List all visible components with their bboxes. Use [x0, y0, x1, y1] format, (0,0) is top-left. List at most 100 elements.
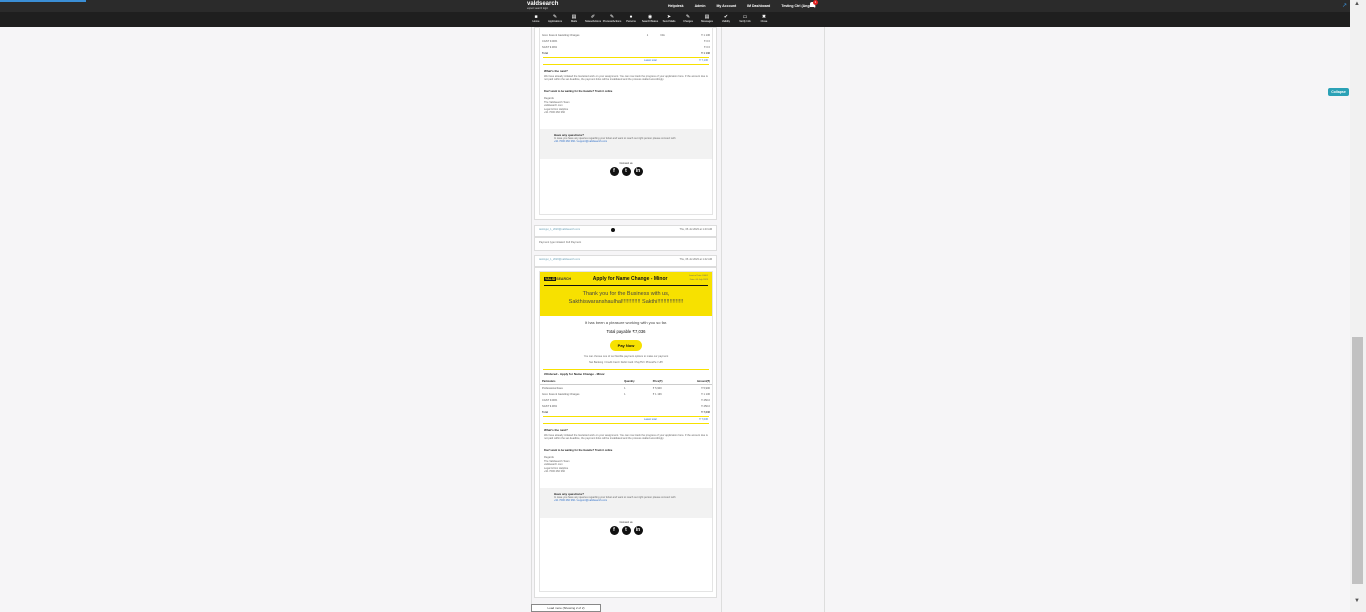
- twitter-icon[interactable]: t: [621, 526, 631, 535]
- email1-address: Regards The Validsearch Team validsearch…: [544, 97, 708, 115]
- table-cell: [645, 50, 659, 56]
- payment-note-card: Payment type initiated: Full Payment: [534, 237, 717, 251]
- page-scrollbar[interactable]: ▲ ▼: [1350, 0, 1366, 612]
- email2-divider-3: [543, 422, 709, 424]
- facebook-icon[interactable]: f: [609, 167, 619, 176]
- email1-divider-2: [543, 63, 709, 65]
- whats-next-title: What's the next?: [544, 68, 568, 73]
- toolbar-item-verify-info[interactable]: ▭ Verify Info: [736, 14, 754, 24]
- toolbar-item-charges[interactable]: ✎ Charges: [679, 14, 697, 24]
- notification-count-badge: 1: [813, 0, 818, 5]
- email2-charges-table: Particulars Quantity Price(₹) Amount(₹) …: [540, 378, 712, 415]
- top-navbar: valdsearch expert search logic Helpdesk …: [0, 0, 1366, 12]
- toolbar-item-send-mails[interactable]: ➤ Send Mails: [660, 14, 678, 24]
- social-links: f t in: [540, 526, 712, 535]
- loading-progress-bar: [0, 0, 86, 2]
- email-preview-1: Govt. Fees & Gazetting Charges 1 N/A ₹ 1 13…: [539, 27, 713, 215]
- email-header-banner: VALIDSEARCH Apply for Name Change - Mino…: [540, 272, 712, 316]
- top-nav-links: Helpdesk Admin My Account IM Dashboard T…: [668, 0, 816, 12]
- email2-divider: [543, 369, 709, 370]
- social-links: f t in: [540, 167, 712, 176]
- table-cell: [651, 409, 678, 415]
- table-row: Total ₹ 1 136: [540, 50, 712, 56]
- email2-balance-row: Latest total ₹ 7,036: [540, 418, 712, 422]
- action-toolbar: ■ Home ✎ Applications ▤ Mails ✐ Notes/Actions ✎ P…: [0, 12, 1366, 27]
- toolbar-item-label: Validity: [721, 20, 731, 23]
- thanks-line-1: Thank you for the Business with us,: [582, 291, 670, 297]
- toolbar-item-label: Notes/Actions: [584, 20, 601, 23]
- order-title: #Ordered - Apply for Name Change - Minor: [544, 372, 605, 376]
- table-cell: Total: [542, 410, 549, 414]
- table-cell: [622, 409, 651, 415]
- toolbar-item-process-actions[interactable]: ✎ Process/Actions: [602, 14, 622, 24]
- connect-label: Connect us: [619, 520, 633, 524]
- logo-tagline: expert search logic: [527, 7, 548, 10]
- questions-box: Have any questions? In case you have any…: [540, 128, 712, 159]
- toolbar-item-search-status[interactable]: ◉ Search/Status: [641, 14, 659, 24]
- toolbar-item-mails[interactable]: ▤ Mails: [565, 14, 583, 24]
- notification-bell-icon[interactable]: 1: [810, 0, 818, 9]
- facebook-icon[interactable]: f: [609, 526, 619, 535]
- toolbar-item-messages[interactable]: ▤ Messages: [698, 14, 716, 24]
- toolbar-item-label: Send Mails: [662, 20, 676, 23]
- scroll-down-icon[interactable]: ▼: [1354, 598, 1360, 604]
- nav-link-helpdesk[interactable]: Helpdesk: [668, 4, 684, 8]
- external-link-icon[interactable]: ↗: [1342, 2, 1347, 9]
- toolbar-item-label: Charges: [683, 20, 693, 23]
- toolbar-item-label: Process/Actions: [602, 20, 622, 23]
- toolbar-item-label: Messages: [701, 20, 713, 23]
- email1-charges-table: Govt. Fees & Gazetting Charges 1 N/A ₹ 1 13…: [540, 32, 712, 56]
- toolbar-item-label: Applications: [548, 20, 562, 23]
- nav-link-admin[interactable]: Admin: [695, 4, 706, 8]
- brand-right: SEARCH: [556, 276, 572, 281]
- toolbar-item-label: Search/Status: [641, 20, 659, 23]
- middle-column-border: [824, 27, 825, 612]
- twitter-icon[interactable]: t: [621, 167, 631, 176]
- scrollbar-thumb[interactable]: [1352, 337, 1363, 584]
- toolbar-item-persons[interactable]: ● Persons: [622, 14, 640, 24]
- load-more-button[interactable]: Load more (Showing 2 of 2): [531, 604, 601, 612]
- toolbar-item-label: Home: [532, 20, 540, 23]
- linkedin-icon[interactable]: in: [633, 167, 643, 176]
- invoice-date: Date: 06 July 2023: [689, 278, 708, 281]
- collapse-button[interactable]: Collapse: [1328, 88, 1349, 96]
- activity-header-2: testingui_1_2020@validsearch.com Thu, 06…: [534, 255, 717, 267]
- email2-divider-2: [543, 416, 709, 417]
- nav-link-im-dashboard[interactable]: IM Dashboard: [747, 4, 770, 8]
- brand-left: VALID: [544, 276, 557, 281]
- toolbar-item-close[interactable]: ✖ Close: [755, 14, 773, 24]
- feed-right-border: [721, 27, 722, 612]
- linkedin-icon[interactable]: in: [633, 526, 643, 535]
- table-cell: Total: [542, 51, 549, 55]
- activity-timestamp: Thu, 06 Jul 2023 at 1:43 AM: [679, 228, 712, 231]
- activity-author[interactable]: testingui_1_2020@validsearch.com: [539, 258, 580, 262]
- table-cell: [658, 50, 679, 56]
- table-row: Total ₹ 7,036: [540, 409, 712, 415]
- table-cell: ₹ 7,036: [701, 410, 710, 414]
- scroll-up-icon[interactable]: ▲: [1354, 1, 1360, 7]
- contact-link[interactable]: +91 7000 260 360 / support@validsearch.c…: [554, 140, 698, 144]
- address-line: +91 7000 260 360: [544, 470, 565, 473]
- feed-left-border: [531, 27, 532, 612]
- activity-author[interactable]: testingui_1_2020@validsearch.com: [539, 228, 580, 232]
- toolbar-item-label: Mails: [570, 20, 578, 23]
- user-icon: [611, 228, 615, 232]
- toolbar-item-applications[interactable]: ✎ Applications: [546, 14, 564, 24]
- toolbar-item-validity[interactable]: ✔ Validity: [717, 14, 735, 24]
- toolbar-item-label: Verify Info: [739, 20, 751, 23]
- toolbar-item-home[interactable]: ■ Home: [527, 14, 545, 24]
- toolbar-item-label: Close: [760, 20, 768, 23]
- thanks-line-2: Sakthiswaranshaulhal!!!!!!!!!!!! Sakthi!…: [568, 299, 684, 305]
- email1-balance-row: Latest total ₹ 7,136: [540, 59, 712, 63]
- email-subject: Apply for Name Change - Minor: [592, 275, 668, 282]
- balance-value: ₹ 7,036: [699, 418, 708, 421]
- pay-now-button[interactable]: Pay Now: [609, 340, 643, 351]
- toolbar-item-notes-actions[interactable]: ✐ Notes/Actions: [584, 14, 602, 24]
- contact-link[interactable]: +91 7000 260 360 / support@validsearch.c…: [554, 499, 698, 503]
- email-brand: VALIDSEARCH: [544, 276, 572, 281]
- payment-options-text: You can choose one of our flexible payme…: [583, 355, 669, 358]
- invoice-number: Invoice Date #0001: [689, 275, 708, 277]
- payment-note-text: Payment type initiated: Full Payment: [539, 241, 582, 244]
- app-logo[interactable]: valdsearch expert search logic: [527, 1, 559, 11]
- nav-link-my-account[interactable]: My Account: [716, 4, 736, 8]
